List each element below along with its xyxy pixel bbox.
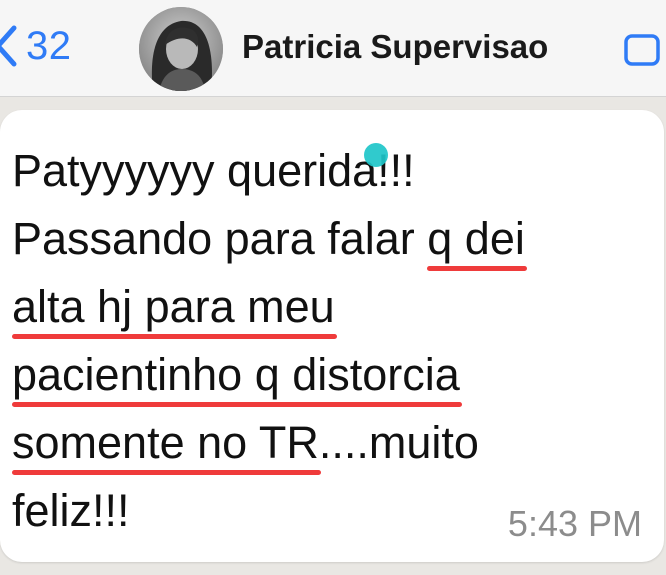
message-bubble[interactable]: Patyyyyyy querida!!! Passando para falar… <box>0 110 664 562</box>
chat-area: Patyyyyyy querida!!! Passando para falar… <box>0 97 666 575</box>
video-call-button[interactable] <box>622 30 666 70</box>
highlighted-text: q dei <box>427 213 525 264</box>
message-line: Patyyyyyy querida!!! <box>12 145 415 196</box>
touch-indicator-dot <box>364 143 388 167</box>
message-line: Passando para falar <box>12 213 428 264</box>
message-text: Patyyyyyy querida!!! Passando para falar… <box>12 137 652 545</box>
video-call-icon <box>624 34 660 66</box>
message-line: ....muito <box>318 417 479 468</box>
message-timestamp: 5:43 PM <box>507 503 642 544</box>
message-line: feliz!!! <box>12 485 130 536</box>
back-chevron-icon <box>0 25 17 67</box>
highlighted-text: pacientinho q distorcia <box>12 349 460 400</box>
highlighted-text: alta hj para meu <box>12 281 335 332</box>
chat-screen: 32 Patricia Supervisao Patyyyyyy querida… <box>0 0 666 575</box>
unread-count: 32 <box>26 23 72 68</box>
avatar-photo <box>139 7 223 91</box>
contact-name[interactable]: Patricia Supervisao <box>242 28 548 66</box>
avatar[interactable] <box>139 7 223 91</box>
chat-header: 32 Patricia Supervisao <box>0 0 666 97</box>
highlighted-text: somente no TR <box>12 417 319 468</box>
back-button[interactable]: 32 <box>0 14 72 78</box>
